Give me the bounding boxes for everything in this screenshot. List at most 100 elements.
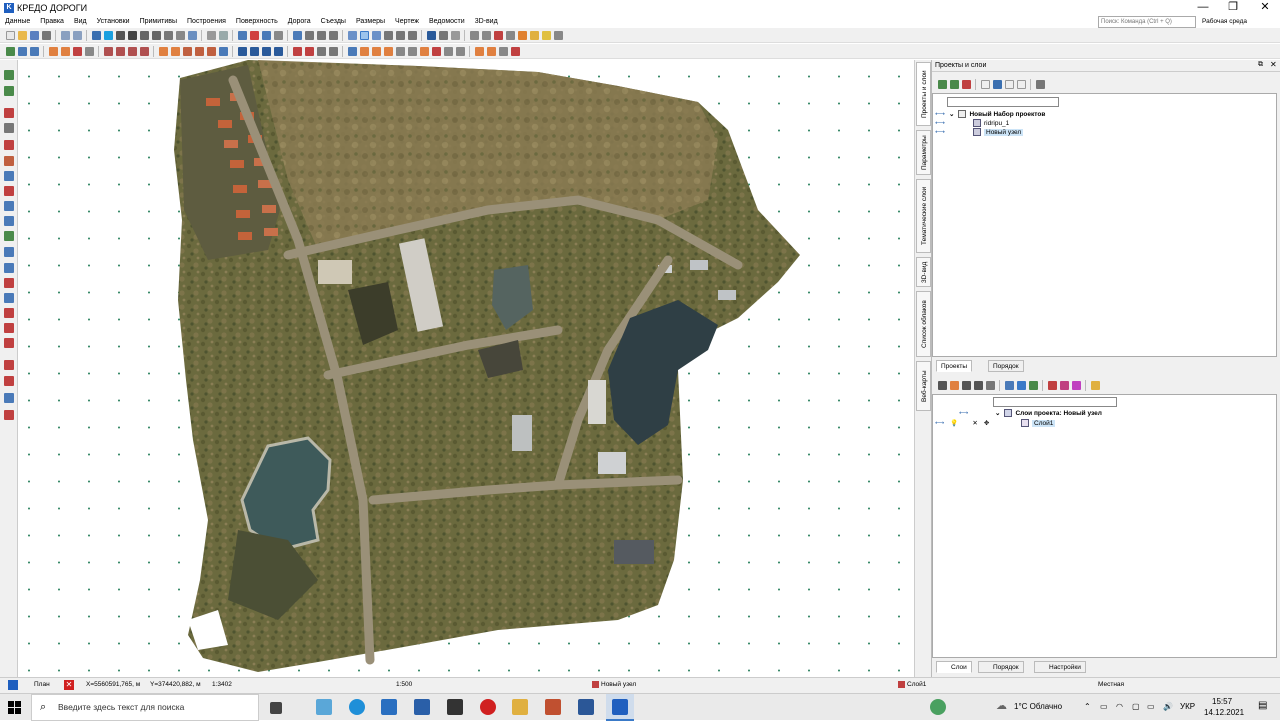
junction-icon[interactable] <box>304 46 314 56</box>
edit-poly-icon[interactable] <box>127 46 137 56</box>
new-document-icon[interactable] <box>980 79 990 89</box>
windows-start-icon[interactable] <box>8 701 21 714</box>
map-canvas[interactable] <box>18 60 914 677</box>
clear-icon[interactable] <box>510 46 520 56</box>
save-icon[interactable] <box>29 30 39 40</box>
volume-icon[interactable]: 🔊 <box>1163 702 1173 711</box>
zoom-extents-icon[interactable] <box>187 30 197 40</box>
light-bulb-icon[interactable]: 💡 <box>950 419 958 427</box>
edit-line-icon[interactable] <box>115 46 125 56</box>
menu-primitives[interactable]: Примитивы <box>135 18 182 25</box>
layer-split-icon[interactable] <box>985 380 995 390</box>
curb-icon[interactable] <box>419 46 429 56</box>
offset-icon[interactable] <box>481 30 491 40</box>
sign-icon[interactable] <box>371 46 381 56</box>
note-icon[interactable] <box>541 30 551 40</box>
minimize-button[interactable]: — <box>1188 0 1218 15</box>
command-search-input[interactable]: Поиск: Команда (Ctrl + Q) <box>1098 16 1196 28</box>
mark-icon[interactable] <box>4 323 14 333</box>
block-icon[interactable] <box>4 216 14 226</box>
panel-close-icon[interactable]: ✕ <box>1270 60 1277 69</box>
layer-delete-icon[interactable] <box>1047 380 1057 390</box>
app-icon-1[interactable] <box>316 699 332 715</box>
menu-settings[interactable]: Установки <box>92 18 135 25</box>
lane-icon[interactable] <box>347 46 357 56</box>
extend-icon[interactable] <box>194 46 204 56</box>
network-tray-icon[interactable]: ▭ <box>1100 702 1108 711</box>
expand-chevron-icon[interactable]: ⌄ <box>995 409 1000 417</box>
app-icon-2[interactable] <box>545 699 561 715</box>
road-section-icon[interactable] <box>261 46 271 56</box>
lines-icon[interactable] <box>292 30 302 40</box>
road-table-icon[interactable] <box>273 46 283 56</box>
dimension-icon[interactable] <box>553 30 563 40</box>
region-icon[interactable] <box>4 171 14 181</box>
move-node-icon[interactable] <box>4 86 14 96</box>
marking-icon[interactable] <box>359 46 369 56</box>
new-file-icon[interactable] <box>5 30 15 40</box>
select-icon[interactable] <box>261 30 271 40</box>
workspace-button[interactable]: Рабочая среда <box>1202 18 1247 25</box>
clock-date[interactable]: 14.12.2021 <box>1204 708 1244 717</box>
menu-road[interactable]: Дорога <box>283 18 316 25</box>
tab-thematic-layers[interactable]: Тематические слои <box>916 179 931 253</box>
expand-chevron-icon[interactable]: ⌄ <box>949 110 954 118</box>
drain-icon[interactable] <box>443 46 453 56</box>
profile-icon[interactable] <box>395 30 405 40</box>
arc-icon[interactable] <box>48 46 58 56</box>
curve-icon[interactable] <box>505 30 515 40</box>
road-edit-icon[interactable] <box>450 30 460 40</box>
split-line-icon[interactable] <box>4 360 14 370</box>
menu-data[interactable]: Данные <box>0 18 35 25</box>
layer-filter-icon[interactable] <box>1059 380 1069 390</box>
layer-link-icon[interactable] <box>949 380 959 390</box>
lock-cross-icon[interactable]: ✕ <box>972 419 977 427</box>
layer-visibility-icon[interactable]: ⟷ <box>935 419 944 427</box>
scissors-icon[interactable] <box>84 46 94 56</box>
maximize-button[interactable]: ❐ <box>1218 0 1248 15</box>
tray-icon-a[interactable]: ▢ <box>1132 702 1140 711</box>
tag-icon[interactable] <box>4 293 14 303</box>
hatch-icon[interactable] <box>4 156 14 166</box>
road-element-icon[interactable] <box>438 30 448 40</box>
snap-icon[interactable] <box>237 30 247 40</box>
zoom-window-icon[interactable] <box>163 30 173 40</box>
word-icon[interactable] <box>578 699 594 715</box>
crossing-icon[interactable] <box>316 46 326 56</box>
sidewalk-icon[interactable] <box>407 46 417 56</box>
add-node-icon[interactable] <box>4 70 14 80</box>
cross-edit-icon[interactable] <box>4 308 14 318</box>
cursor-icon[interactable] <box>347 30 357 40</box>
layer-style-icon[interactable] <box>1071 380 1081 390</box>
visibility-toggle-icon[interactable]: ⟷ <box>935 128 945 136</box>
view-mode-icon[interactable] <box>359 30 369 40</box>
tab-projects-layers[interactable]: Проекты и слои <box>916 62 931 126</box>
project-item-row[interactable]: ridripu_1 <box>973 119 1009 127</box>
layer-check-icon[interactable] <box>1028 380 1038 390</box>
tab-projects[interactable]: Проекты <box>936 360 973 372</box>
report-icon[interactable] <box>474 46 484 56</box>
menu-drawing[interactable]: Чертеж <box>390 18 424 25</box>
pan-icon[interactable] <box>175 30 185 40</box>
layer-edit-icon[interactable] <box>1004 380 1014 390</box>
grid-points-icon[interactable] <box>4 231 14 241</box>
erase-icon[interactable] <box>139 46 149 56</box>
tab-layer-order[interactable]: Порядок <box>978 661 1024 673</box>
visibility-toggle-icon[interactable]: ⟷ <box>935 119 945 127</box>
route-icon[interactable] <box>383 30 393 40</box>
symbol-icon[interactable] <box>4 263 14 273</box>
fill-icon[interactable] <box>517 30 527 40</box>
check-icon[interactable] <box>498 46 508 56</box>
ruler-icon[interactable] <box>4 410 14 420</box>
taskbar-search-input[interactable]: Введите здесь текст для поиска <box>31 694 259 721</box>
text-icon[interactable] <box>316 30 326 40</box>
cut-icon[interactable] <box>72 46 82 56</box>
edge-icon[interactable] <box>349 699 365 715</box>
filter-icon[interactable] <box>371 30 381 40</box>
menu-edit[interactable]: Правка <box>35 18 69 25</box>
stamp-icon[interactable] <box>529 30 539 40</box>
align-icon[interactable] <box>29 46 39 56</box>
layer-move-icon[interactable] <box>973 380 983 390</box>
table-icon[interactable] <box>328 30 338 40</box>
measure-icon[interactable] <box>218 30 228 40</box>
